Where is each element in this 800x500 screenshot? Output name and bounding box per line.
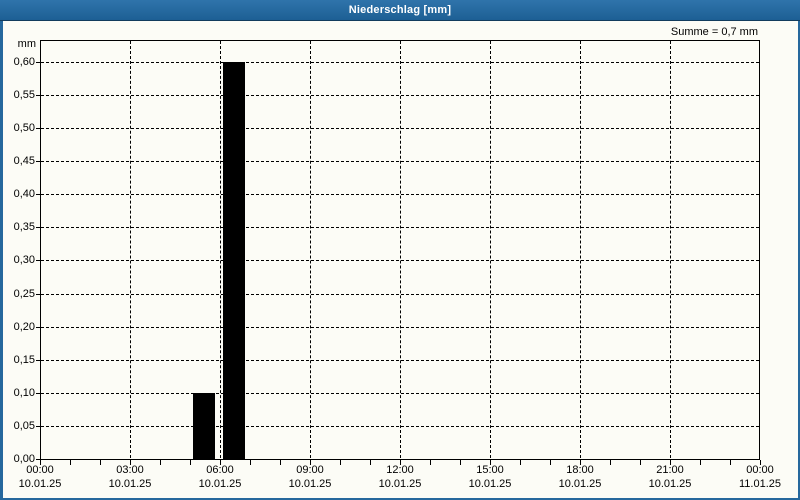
x-axis-date-label: 10.01.25 [288, 478, 332, 490]
x-axis-date-label: 11.01.25 [738, 478, 781, 490]
x-axis-date-label: 10.01.25 [198, 478, 242, 490]
window-title: Niederschlag [mm] [348, 4, 452, 16]
x-axis-time-label: 00:00 [746, 464, 774, 476]
y-axis-tick [36, 161, 40, 163]
sum-label: Summe = 0,7 mm [670, 26, 758, 38]
x-gridline [220, 41, 221, 458]
x-gridline [490, 41, 491, 458]
y-axis-tick [36, 392, 40, 394]
y-axis-tick [36, 128, 40, 130]
y-axis-tick [36, 359, 40, 361]
y-axis-tick-label: 0,40 [13, 188, 35, 201]
precipitation-bar [193, 392, 215, 459]
y-axis-tick [36, 194, 40, 196]
y-axis-tick-label: 0,30 [13, 254, 35, 267]
y-axis-tick-label: 0,60 [13, 55, 35, 68]
chart-window: Niederschlag [mm] Summe = 0,7 mm mm 0,00… [0, 0, 800, 500]
y-axis-tick [36, 227, 40, 229]
x-axis-time-label: 03:00 [116, 464, 144, 476]
x-gridline [670, 41, 671, 458]
y-axis-tick-label: 0,45 [13, 155, 35, 168]
x-axis-date-label: 10.01.25 [558, 478, 602, 490]
x-axis-time-label: 15:00 [476, 464, 504, 476]
y-axis-tick [36, 94, 40, 96]
precipitation-bar [223, 61, 245, 459]
y-axis-tick-label: 0,25 [13, 287, 35, 300]
y-axis-tick-label: 0,15 [13, 353, 35, 366]
y-axis-tick-label: 0,05 [13, 419, 35, 432]
x-axis-date-label: 10.01.25 [468, 478, 512, 490]
x-axis-date-label: 10.01.25 [18, 478, 62, 490]
x-axis-time-label: 12:00 [386, 464, 414, 476]
x-axis-time-label: 06:00 [206, 464, 234, 476]
x-gridline [310, 41, 311, 458]
x-axis-time-label: 09:00 [296, 464, 324, 476]
x-axis-time-label: 00:00 [26, 464, 54, 476]
x-gridline [580, 41, 581, 458]
x-gridline [130, 41, 131, 458]
y-axis-tick [36, 425, 40, 427]
y-axis-tick-label: 0,10 [13, 386, 35, 399]
x-axis-time-label: 18:00 [566, 464, 594, 476]
y-axis-unit-label: mm [17, 38, 36, 50]
y-axis-tick-label: 0,55 [13, 88, 35, 101]
x-axis-time-label: 21:00 [656, 464, 684, 476]
x-axis-date-label: 10.01.25 [648, 478, 692, 490]
y-axis-tick [36, 326, 40, 328]
y-axis-tick [36, 61, 40, 63]
x-axis-date-label: 10.01.25 [108, 478, 152, 490]
y-axis-tick [36, 293, 40, 295]
y-axis-tick-label: 0,20 [13, 320, 35, 333]
x-gridline [400, 41, 401, 458]
y-axis-tick [36, 260, 40, 262]
window-titlebar: Niederschlag [mm] [0, 0, 800, 21]
x-axis-date-label: 10.01.25 [378, 478, 422, 490]
y-axis-tick-label: 0,50 [13, 122, 35, 135]
y-axis-tick-label: 0,35 [13, 221, 35, 234]
